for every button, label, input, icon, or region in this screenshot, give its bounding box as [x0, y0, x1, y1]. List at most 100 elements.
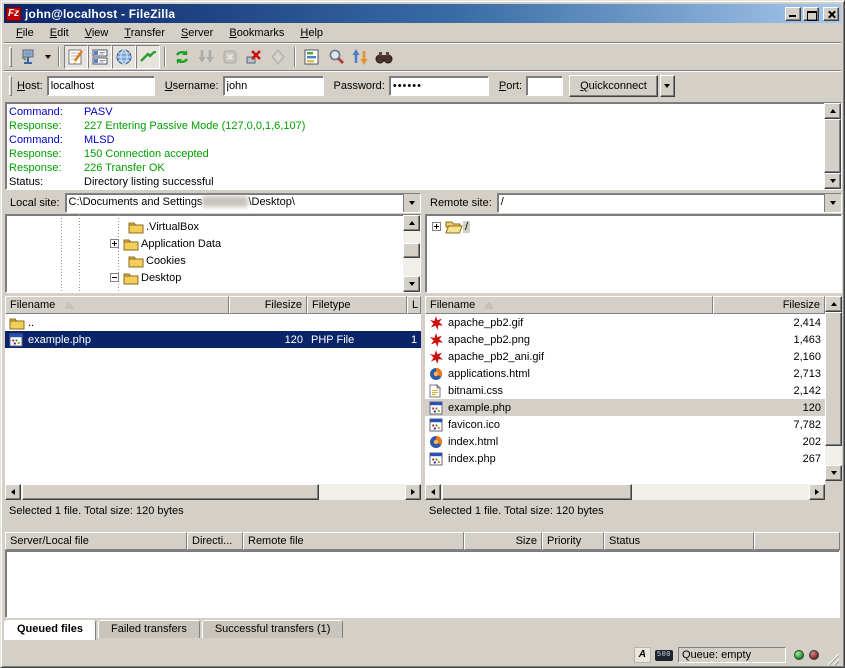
scroll-down-button[interactable] [825, 465, 842, 481]
minimize-button[interactable] [785, 7, 801, 21]
file-row[interactable]: apache_pb2.gif 2,414 [425, 314, 825, 331]
scroll-left-button[interactable] [5, 484, 21, 500]
menu-transfer[interactable]: Transfer [116, 25, 173, 41]
cancel-operation-button[interactable] [218, 45, 242, 69]
scrollbar-thumb[interactable] [825, 312, 842, 446]
site-manager-dropdown[interactable] [41, 46, 54, 68]
reconnect-button[interactable] [266, 45, 290, 69]
message-log[interactable]: Command:PASV Response:227 Entering Passi… [5, 102, 842, 190]
directory-filters-button[interactable] [300, 45, 324, 69]
column-header-filename[interactable]: Filename [5, 296, 229, 314]
menu-view[interactable]: View [77, 25, 117, 41]
toggle-remote-tree-button[interactable] [112, 45, 136, 69]
column-header-lastmodified[interactable]: L [407, 296, 421, 314]
quickconnect-dropdown[interactable] [660, 75, 675, 97]
synchronized-browsing-button[interactable] [348, 45, 372, 69]
scroll-right-button[interactable] [809, 484, 825, 500]
menu-file[interactable]: File [8, 25, 42, 41]
menu-edit[interactable]: Edit [42, 25, 77, 41]
scroll-up-button[interactable] [825, 296, 842, 312]
column-header-direction[interactable]: Directi... [187, 532, 243, 550]
scroll-up-button[interactable] [824, 103, 841, 119]
file-row[interactable]: favicon.ico 7,782 [425, 416, 825, 433]
local-tree-scrollbar[interactable] [403, 215, 420, 292]
file-row-selected[interactable]: example.php 120 PHP File 1 [5, 331, 421, 348]
quickconnect-gripper[interactable] [9, 76, 12, 96]
file-row[interactable]: apache_pb2.png 1,463 [425, 331, 825, 348]
file-row[interactable]: bitnami.css 2,142 [425, 382, 825, 399]
username-input[interactable] [223, 76, 324, 96]
scroll-up-button[interactable] [403, 215, 420, 231]
file-row[interactable]: index.html 202 [425, 433, 825, 450]
maximize-button[interactable] [803, 7, 819, 21]
remote-hscrollbar[interactable] [425, 484, 825, 500]
queue-body[interactable] [5, 550, 840, 618]
remote-list-body[interactable]: apache_pb2.gif 2,414 apache_pb2.png 1,46… [425, 314, 825, 484]
scrollbar-thumb[interactable] [22, 484, 319, 500]
column-header-filename[interactable]: Filename [425, 296, 713, 314]
host-input[interactable] [47, 76, 155, 96]
compare-directories-button[interactable] [324, 45, 348, 69]
file-row-parent-dir[interactable]: .. [5, 314, 421, 331]
collapse-icon[interactable] [110, 273, 119, 282]
port-input[interactable] [526, 76, 563, 96]
column-header-filetype[interactable]: Filetype [307, 296, 407, 314]
toggle-local-tree-button[interactable] [88, 45, 112, 69]
local-directory-tree[interactable]: .VirtualBox Application Data Cookies Des… [5, 214, 421, 293]
resize-grip[interactable] [826, 652, 839, 665]
scrollbar-thumb[interactable] [403, 243, 420, 258]
tab-failed-transfers[interactable]: Failed transfers [98, 620, 200, 638]
process-queue-icon [197, 48, 215, 66]
toggle-transfer-queue-button[interactable] [136, 45, 160, 69]
local-list-body[interactable]: .. example.php 120 PHP File 1 [5, 314, 421, 484]
file-row-selected[interactable]: example.php 120 [425, 399, 825, 416]
scroll-down-button[interactable] [824, 173, 841, 189]
column-header-size[interactable]: Size [464, 532, 542, 550]
scroll-left-button[interactable] [425, 484, 441, 500]
local-site-dropdown[interactable] [403, 194, 420, 212]
password-input[interactable] [389, 76, 489, 96]
file-row[interactable]: index.php 267 [425, 450, 825, 467]
quickconnect-button[interactable]: Quickconnect [569, 75, 658, 97]
close-button[interactable] [823, 7, 839, 21]
local-site-combo[interactable]: C:\Documents and Settings\Desktop\ [65, 193, 421, 213]
column-header-priority[interactable]: Priority [542, 532, 604, 550]
menu-help[interactable]: Help [292, 25, 331, 41]
titlebar[interactable]: Fz john@localhost - FileZilla [4, 4, 841, 23]
expand-icon[interactable] [432, 222, 441, 231]
find-files-button[interactable] [372, 45, 396, 69]
scroll-down-button[interactable] [403, 276, 420, 292]
column-header-filesize[interactable]: Filesize [713, 296, 825, 314]
toggle-message-log-button[interactable] [64, 45, 88, 69]
refresh-button[interactable] [170, 45, 194, 69]
toolbar-gripper[interactable] [9, 47, 12, 67]
tab-successful-transfers[interactable]: Successful transfers (1) [202, 620, 344, 638]
tree-item-application-data[interactable]: Application Data [110, 235, 223, 252]
file-row[interactable]: applications.html 2,713 [425, 365, 825, 382]
remote-directory-tree[interactable]: / [425, 214, 842, 293]
menu-bookmarks[interactable]: Bookmarks [221, 25, 292, 41]
scroll-right-button[interactable] [405, 484, 421, 500]
log-scrollbar[interactable] [824, 103, 841, 189]
remote-site-combo[interactable]: / [497, 193, 842, 213]
remote-site-dropdown[interactable] [824, 194, 841, 212]
disconnect-button[interactable] [242, 45, 266, 69]
file-row[interactable]: apache_pb2_ani.gif 2,160 [425, 348, 825, 365]
scrollbar-thumb[interactable] [824, 119, 841, 173]
column-header-server-local-file[interactable]: Server/Local file [5, 532, 187, 550]
menu-server[interactable]: Server [173, 25, 221, 41]
remote-vscrollbar[interactable] [825, 296, 842, 481]
process-queue-button[interactable] [194, 45, 218, 69]
expand-icon[interactable] [110, 239, 119, 248]
column-header-filesize[interactable]: Filesize [229, 296, 307, 314]
local-hscrollbar[interactable] [5, 484, 421, 500]
column-header-status[interactable]: Status [604, 532, 754, 550]
tree-item-cookies[interactable]: Cookies [128, 252, 188, 269]
scrollbar-thumb[interactable] [442, 484, 632, 500]
tree-item-desktop[interactable]: Desktop [110, 269, 183, 286]
tree-item-root[interactable]: / [432, 218, 470, 235]
column-header-remote-file[interactable]: Remote file [243, 532, 464, 550]
tab-queued-files[interactable]: Queued files [4, 620, 96, 640]
tree-item-virtualbox[interactable]: .VirtualBox [128, 218, 201, 235]
site-manager-button[interactable] [17, 45, 41, 69]
